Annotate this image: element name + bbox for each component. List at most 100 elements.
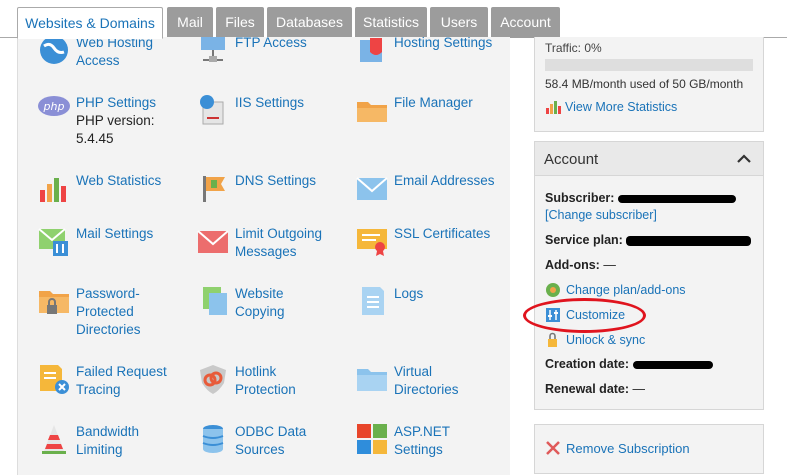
top-tab-bar: Websites & Domains Mail Files Databases …	[0, 0, 787, 39]
database-icon	[197, 423, 229, 455]
tool-label[interactable]: ASP.NET	[394, 423, 450, 441]
globe-icon	[38, 37, 70, 66]
php-version-label: PHP version:	[76, 113, 155, 128]
tool-website-copying[interactable]: Website Copying	[197, 285, 357, 321]
tool-label[interactable]: Bandwidth	[76, 423, 139, 441]
remove-subscription-label[interactable]: Remove Subscription	[566, 441, 690, 456]
tool-label[interactable]: Website	[235, 285, 285, 303]
tool-web-statistics[interactable]: Web Statistics	[38, 172, 198, 204]
account-box: Account Subscriber: [Change subscriber] …	[534, 141, 764, 410]
service-plan-row: Service plan:	[545, 233, 752, 247]
tab-databases[interactable]: Databases	[267, 7, 352, 38]
tool-iis-settings[interactable]: IIS Settings	[197, 94, 357, 126]
network-icon	[197, 37, 229, 66]
hotlink-shield-icon	[197, 363, 229, 395]
tool-limit-outgoing[interactable]: Limit Outgoing Messages	[197, 225, 357, 261]
tool-label[interactable]: Messages	[235, 243, 322, 261]
envelope-icon	[356, 172, 388, 204]
tool-password-directories[interactable]: Password- Protected Directories	[38, 285, 198, 339]
unlock-sync-label[interactable]: Unlock & sync	[566, 333, 645, 347]
tool-label[interactable]: Password-	[76, 285, 141, 303]
tool-label[interactable]: Tracing	[76, 381, 167, 399]
change-subscriber-row[interactable]: [Change subscriber]	[545, 208, 657, 222]
tool-label[interactable]: Settings	[394, 441, 450, 459]
tool-label[interactable]: Virtual	[394, 363, 459, 381]
bar-chart-icon	[38, 172, 70, 204]
redacted-creation-date	[632, 360, 713, 369]
dns-flag-icon	[197, 172, 229, 204]
tool-file-manager[interactable]: File Manager	[356, 94, 510, 126]
chevron-up-icon[interactable]	[737, 152, 751, 166]
tool-label[interactable]: DNS Settings	[235, 172, 316, 190]
tool-label[interactable]: Failed Request	[76, 363, 167, 381]
tab-users[interactable]: Users	[430, 7, 488, 38]
tool-label[interactable]: Limiting	[76, 441, 139, 459]
tool-label[interactable]: ODBC Data	[235, 423, 306, 441]
tool-ssl-certificates[interactable]: SSL Certificates	[356, 225, 510, 257]
tab-files[interactable]: Files	[216, 7, 264, 38]
tools-panel: Web Hosting Access FTP Access Hosting Se…	[17, 37, 510, 475]
tool-label[interactable]: SSL Certificates	[394, 225, 490, 243]
redacted-subscriber	[617, 194, 736, 203]
addons-value: —	[603, 258, 616, 272]
tab-statistics[interactable]: Statistics	[355, 7, 427, 38]
bandwidth-icon	[38, 423, 70, 455]
tab-account[interactable]: Account	[491, 7, 560, 38]
tool-hosting-settings[interactable]: Hosting Settings	[356, 37, 510, 66]
tool-odbc-data-sources[interactable]: ODBC Data Sources	[197, 423, 357, 459]
tool-web-hosting-access[interactable]: Web Hosting Access	[38, 37, 198, 70]
tool-hotlink-protection[interactable]: Hotlink Protection	[197, 363, 357, 399]
tool-label[interactable]: PHP Settings	[76, 94, 156, 112]
tool-label[interactable]: File Manager	[394, 94, 473, 112]
tool-dns-settings[interactable]: DNS Settings	[197, 172, 357, 204]
tool-failed-request-tracing[interactable]: Failed Request Tracing	[38, 363, 198, 399]
account-header[interactable]: Account	[535, 142, 763, 176]
change-plan-label[interactable]: Change plan/add-ons	[566, 283, 686, 297]
tool-label[interactable]: Directories	[394, 381, 459, 399]
tool-label[interactable]: Email Addresses	[394, 172, 495, 190]
tool-label[interactable]: Directories	[76, 321, 141, 339]
unlock-sync-link[interactable]: Unlock & sync	[545, 332, 645, 348]
tool-virtual-directories[interactable]: Virtual Directories	[356, 363, 510, 399]
change-plan-link[interactable]: Change plan/add-ons	[545, 282, 686, 298]
locked-folder-icon	[38, 285, 70, 317]
tool-label[interactable]: IIS Settings	[235, 94, 304, 112]
tool-label[interactable]: FTP Access	[235, 37, 307, 52]
tool-mail-settings[interactable]: Mail Settings	[38, 225, 198, 257]
tool-bandwidth-limiting[interactable]: Bandwidth Limiting	[38, 423, 198, 459]
addons-row: Add-ons: —	[545, 258, 616, 272]
tab-websites-domains[interactable]: Websites & Domains	[17, 7, 163, 39]
log-file-icon	[356, 285, 388, 317]
tool-label[interactable]: Protected	[76, 303, 141, 321]
redacted-service-plan	[626, 235, 752, 246]
php-icon: php	[38, 94, 70, 126]
tool-logs[interactable]: Logs	[356, 285, 510, 317]
tool-label[interactable]: Limit Outgoing	[235, 225, 322, 243]
tab-mail[interactable]: Mail	[167, 7, 213, 38]
tool-label[interactable]: Web Hosting	[76, 37, 153, 52]
renewal-date-label: Renewal date:	[545, 382, 630, 396]
tool-label[interactable]: Protection	[235, 381, 296, 399]
tool-label[interactable]: Access	[76, 52, 153, 70]
tool-label[interactable]: Mail Settings	[76, 225, 153, 243]
view-more-statistics-link[interactable]: View More Statistics	[545, 99, 677, 115]
view-more-statistics-label[interactable]: View More Statistics	[565, 100, 677, 114]
remove-subscription-box: Remove Subscription	[534, 424, 764, 474]
creation-date-row: Creation date:	[545, 357, 713, 371]
tool-label[interactable]: Hotlink	[235, 363, 296, 381]
tool-php-settings[interactable]: php PHP Settings PHP version: 5.4.45	[38, 94, 198, 148]
tool-label[interactable]: Sources	[235, 441, 306, 459]
lock-icon	[545, 332, 561, 348]
tool-ftp-access[interactable]: FTP Access	[197, 37, 357, 66]
tool-label[interactable]: Logs	[394, 285, 423, 303]
php-version-value: 5.4.45	[76, 131, 114, 146]
tool-email-addresses[interactable]: Email Addresses	[356, 172, 510, 204]
subscriber-row: Subscriber:	[545, 191, 736, 205]
tool-label[interactable]: Web Statistics	[76, 172, 161, 190]
tool-label[interactable]: Copying	[235, 303, 285, 321]
tool-aspnet-settings[interactable]: ASP.NET Settings	[356, 423, 510, 459]
renewal-date-row: Renewal date: —	[545, 382, 645, 396]
change-subscriber-link[interactable]: [Change subscriber]	[545, 208, 657, 222]
remove-subscription-link[interactable]: Remove Subscription	[545, 440, 690, 456]
tool-label[interactable]: Hosting Settings	[394, 37, 492, 52]
